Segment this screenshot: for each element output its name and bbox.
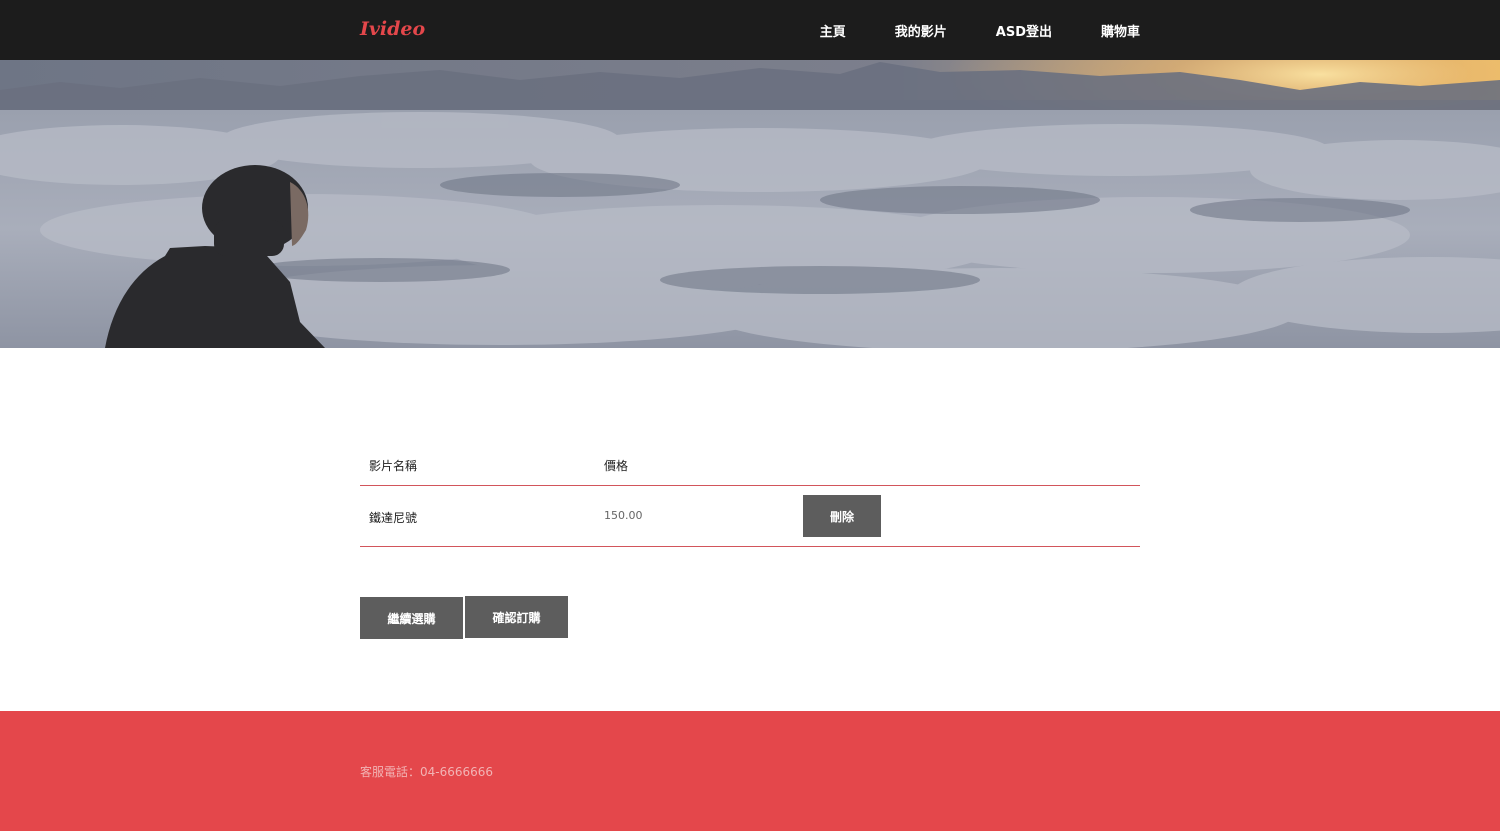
hero-banner (0, 60, 1500, 348)
nav-my-videos[interactable]: 我的影片 (895, 21, 947, 40)
header-video-name: 影片名稱 (369, 459, 418, 473)
footer: 客服電話：04-6666666 (0, 711, 1500, 831)
delete-button[interactable]: 刪除 (803, 495, 881, 537)
customer-service-phone: 客服電話：04-6666666 (360, 765, 494, 779)
video-name-cell: 鐵達尼號 (369, 511, 418, 525)
confirm-order-button[interactable]: 確認訂購 (465, 596, 568, 638)
cart-table: 影片名稱 價格 鐵達尼號 150.00 刪除 (360, 443, 1140, 547)
top-navbar: Ivideo 主頁 我的影片 ASD登出 購物車 (0, 0, 1500, 60)
continue-shopping-button[interactable]: 繼續選購 (360, 597, 463, 639)
brand-logo[interactable]: Ivideo (360, 15, 425, 43)
nav-cart[interactable]: 購物車 (1101, 21, 1140, 40)
nav-links: 主頁 我的影片 ASD登出 購物車 (820, 0, 1140, 60)
hero-image (0, 60, 1500, 348)
nav-home[interactable]: 主頁 (820, 21, 846, 40)
nav-logout[interactable]: ASD登出 (996, 21, 1052, 40)
header-price: 價格 (604, 459, 629, 473)
cart-header-row: 影片名稱 價格 (360, 443, 1140, 486)
table-row: 鐵達尼號 150.00 刪除 (360, 486, 1140, 547)
price-cell: 150.00 (604, 509, 643, 522)
